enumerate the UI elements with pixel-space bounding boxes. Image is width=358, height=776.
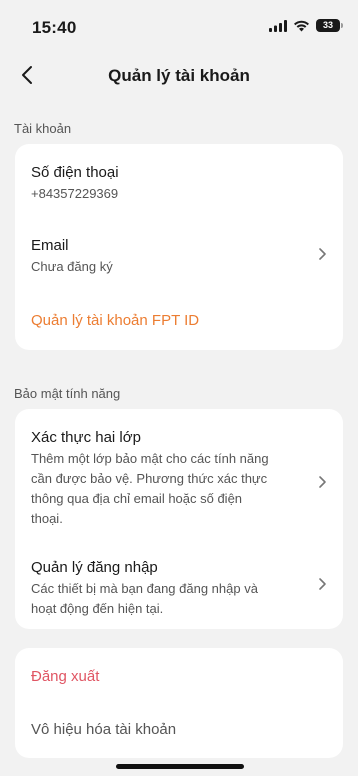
- two-factor-title: Xác thực hai lớp: [31, 429, 141, 446]
- home-indicator: [116, 764, 244, 769]
- actions-card: Đăng xuất Vô hiệu hóa tài khoản: [15, 648, 343, 758]
- signal-icon: [269, 19, 287, 32]
- login-management-desc-line-1: Các thiết bị mà bạn đang đăng nhập và: [31, 581, 258, 596]
- security-card: Xác thực hai lớp Thêm một lớp bảo mật ch…: [15, 409, 343, 629]
- status-time: 15:40: [32, 18, 77, 37]
- chevron-right-icon: [319, 578, 326, 590]
- battery-icon: 33: [316, 19, 343, 32]
- login-management-row[interactable]: Quản lý đăng nhập Các thiết bị mà bạn đa…: [15, 549, 343, 619]
- two-factor-desc-line-1: Thêm một lớp bảo mật cho các tính năng: [31, 451, 269, 466]
- phone-title: Số điện thoại: [31, 164, 119, 181]
- email-value: Chưa đăng ký: [31, 259, 113, 274]
- two-factor-desc-line-3: thông qua địa chỉ email hoặc số điện: [31, 491, 243, 506]
- chevron-right-icon: [319, 476, 326, 488]
- battery-level: 33: [322, 20, 333, 30]
- deactivate-account-button[interactable]: Vô hiệu hóa tài khoản: [31, 721, 176, 738]
- status-icons: 33: [269, 19, 343, 32]
- email-row[interactable]: Email Chưa đăng ký: [15, 224, 343, 284]
- two-factor-row[interactable]: Xác thực hai lớp Thêm một lớp bảo mật ch…: [15, 419, 343, 537]
- fpt-id-link[interactable]: Quản lý tài khoản FPT ID: [31, 312, 199, 329]
- email-title: Email: [31, 237, 69, 254]
- nav-bar: Quản lý tài khoản: [0, 56, 358, 96]
- login-management-title: Quản lý đăng nhập: [31, 559, 158, 576]
- phone-value: +84357229369: [31, 186, 119, 201]
- phone-row: Số điện thoại +84357229369: [15, 144, 343, 214]
- logout-button[interactable]: Đăng xuất: [31, 668, 99, 685]
- section-header-security: Bảo mật tính năng: [14, 386, 121, 401]
- login-management-desc-line-2: hoạt động đến hiện tại.: [31, 601, 164, 616]
- two-factor-desc-line-4: thoại.: [31, 511, 63, 526]
- chevron-right-icon: [319, 248, 326, 260]
- section-header-account: Tài khoản: [14, 121, 72, 136]
- page-title: Quản lý tài khoản: [108, 66, 250, 85]
- status-bar: 15:40 33: [0, 0, 358, 50]
- two-factor-desc-line-2: cần được bảo vệ. Phương thức xác thực: [31, 471, 268, 486]
- account-card: Số điện thoại +84357229369 Email Chưa đă…: [15, 144, 343, 350]
- wifi-icon: [294, 20, 309, 31]
